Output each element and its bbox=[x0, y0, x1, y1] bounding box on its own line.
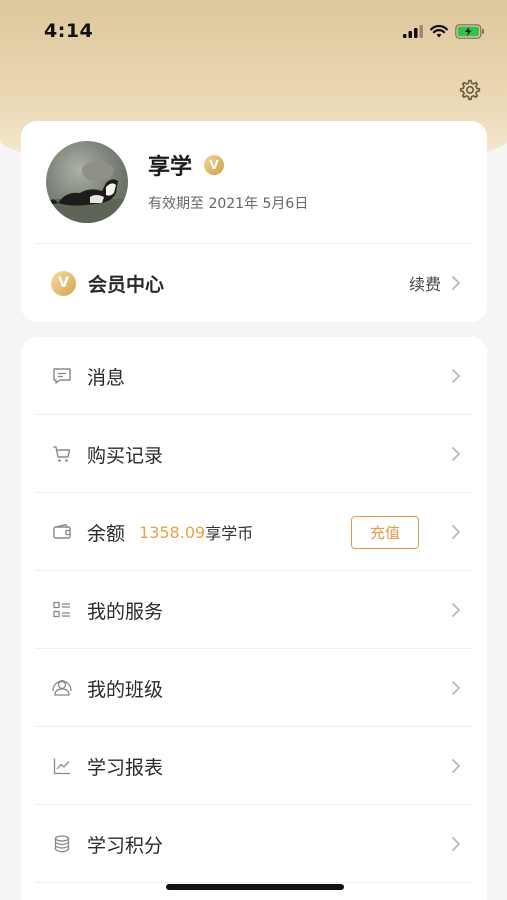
menu-label-messages: 消息 bbox=[87, 366, 126, 389]
recharge-button[interactable]: 充值 bbox=[351, 515, 419, 549]
menu-item-purchases[interactable]: 购买记录 bbox=[21, 415, 487, 493]
chevron-right-icon bbox=[451, 757, 463, 775]
services-icon bbox=[51, 599, 73, 621]
class-icon bbox=[51, 677, 73, 699]
status-icons bbox=[403, 23, 485, 39]
member-center-label: 会员中心 bbox=[88, 273, 165, 296]
battery-icon bbox=[455, 23, 484, 39]
chevron-right-icon bbox=[451, 523, 463, 541]
menu-label-reports: 学习报表 bbox=[87, 756, 164, 779]
avatar-image bbox=[46, 161, 128, 223]
member-badge-icon: V bbox=[51, 270, 76, 296]
chevron-right-icon bbox=[451, 679, 463, 697]
vip-badge-icon: V bbox=[204, 155, 225, 175]
menu-item-services[interactable]: 我的服务 bbox=[21, 571, 487, 649]
menu-card: 消息 购买记录 余额 1358.09 享学币 充值 我的服务 我的班级 学习报表… bbox=[21, 337, 487, 900]
message-icon bbox=[51, 365, 73, 387]
menu-label-services: 我的服务 bbox=[87, 600, 164, 623]
settings-button[interactable] bbox=[457, 77, 483, 103]
menu-item-messages[interactable]: 消息 bbox=[21, 337, 487, 415]
menu-label-classes: 我的班级 bbox=[87, 678, 164, 701]
chevron-right-icon bbox=[451, 835, 463, 853]
menu-label-purchases: 购买记录 bbox=[87, 444, 164, 467]
avatar[interactable] bbox=[46, 141, 128, 223]
wifi-icon bbox=[430, 24, 448, 37]
balance-amount: 1358.09 bbox=[139, 522, 206, 542]
chevron-right-icon bbox=[451, 274, 463, 292]
status-time: 4:14 bbox=[44, 20, 94, 42]
cart-icon bbox=[51, 443, 73, 465]
gear-icon bbox=[459, 79, 481, 101]
chart-icon bbox=[51, 755, 73, 777]
member-center-row[interactable]: V 会员中心 续费 bbox=[21, 244, 487, 322]
chevron-right-icon bbox=[451, 445, 463, 463]
divider bbox=[35, 882, 473, 883]
coins-icon bbox=[51, 833, 73, 855]
renew-link[interactable]: 续费 bbox=[409, 271, 441, 295]
chevron-right-icon bbox=[451, 601, 463, 619]
menu-label-points: 学习积分 bbox=[87, 834, 164, 857]
menu-item-balance[interactable]: 余额 1358.09 享学币 充值 bbox=[21, 493, 487, 571]
menu-item-classes[interactable]: 我的班级 bbox=[21, 649, 487, 727]
username: 享学 V bbox=[148, 149, 225, 181]
chevron-right-icon bbox=[451, 367, 463, 385]
username-text: 享学 bbox=[148, 155, 193, 180]
profile-card: 享学 V 有效期至 2021年 5月6日 V 会员中心 续费 bbox=[21, 121, 487, 322]
menu-item-reports[interactable]: 学习报表 bbox=[21, 727, 487, 805]
balance-unit: 享学币 bbox=[205, 524, 254, 543]
signal-icon bbox=[403, 24, 423, 38]
membership-validity: 有效期至 2021年 5月6日 bbox=[148, 196, 309, 212]
menu-label-balance: 余额 bbox=[87, 522, 126, 545]
home-indicator[interactable] bbox=[166, 884, 344, 890]
wallet-icon bbox=[51, 521, 73, 543]
menu-item-points[interactable]: 学习积分 bbox=[21, 805, 487, 883]
status-bar: 4:14 bbox=[0, 0, 507, 62]
